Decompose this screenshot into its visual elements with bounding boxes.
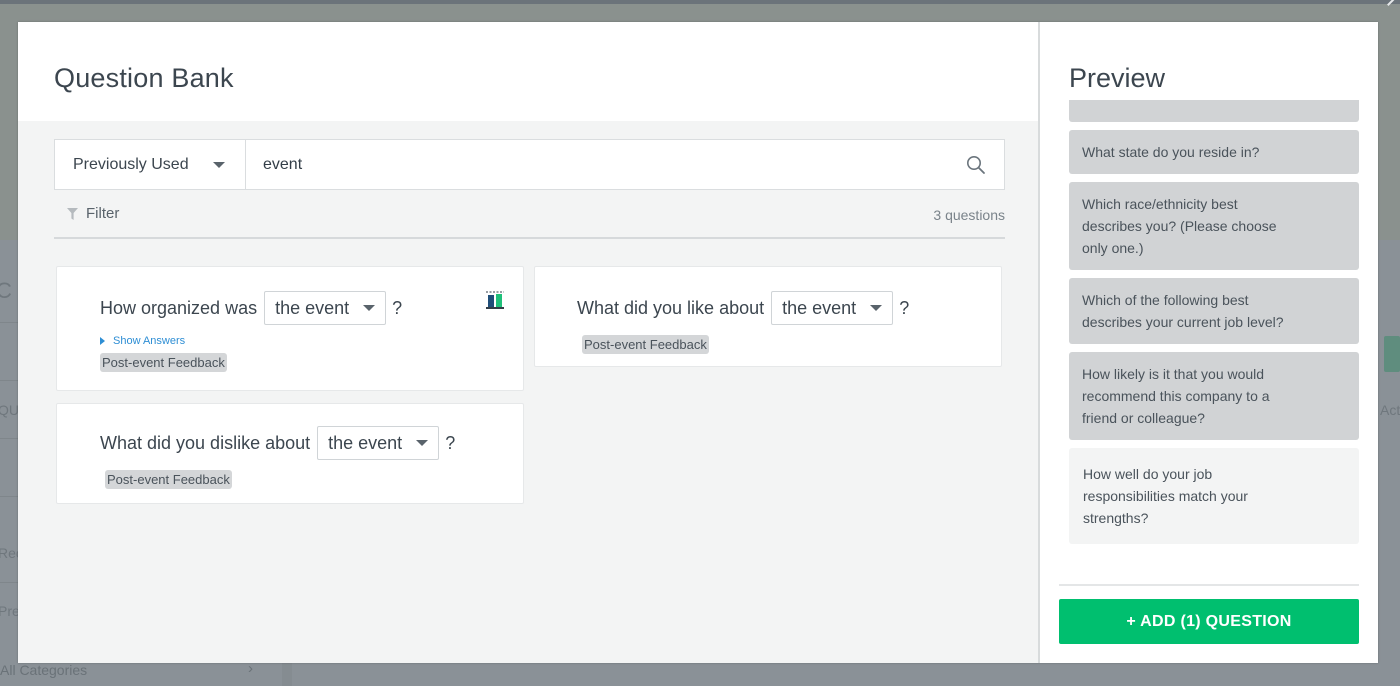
preview-question[interactable]: Which of the following best describes yo… bbox=[1069, 278, 1359, 344]
question-suffix: ? bbox=[392, 297, 403, 318]
token-value: the event bbox=[328, 432, 403, 453]
backdrop-fragment: QU bbox=[0, 402, 19, 418]
source-dropdown[interactable]: Previously Used bbox=[55, 140, 246, 189]
filter-label: Filter bbox=[86, 205, 120, 222]
caret-right-icon bbox=[100, 337, 105, 345]
filter-button[interactable]: Filter bbox=[54, 205, 119, 222]
result-count: 3 questions bbox=[933, 207, 1005, 223]
search-icon[interactable] bbox=[948, 140, 1004, 189]
preview-question[interactable]: Which race/ethnicity best describes you?… bbox=[1069, 182, 1359, 270]
token-value: the event bbox=[782, 297, 857, 318]
backdrop-fragment: Actio bbox=[1380, 402, 1400, 418]
question-suffix: ? bbox=[445, 432, 456, 453]
question-bank-modal: Question Bank Previously Used Filter bbox=[18, 22, 1378, 663]
backdrop-button bbox=[1384, 336, 1400, 372]
preview-question-text: Which of the following best describes yo… bbox=[1082, 292, 1284, 330]
preview-question[interactable]: How likely is it that you would recommen… bbox=[1069, 352, 1359, 440]
question-text: What did you dislike about the event ? bbox=[100, 426, 523, 460]
question-text: How organized was the event ? bbox=[100, 291, 523, 325]
backdrop-divider bbox=[0, 322, 18, 323]
question-prefix: How organized was bbox=[100, 297, 258, 318]
chevron-down-icon bbox=[870, 305, 883, 311]
backdrop-all-categories: All Categories bbox=[0, 662, 88, 678]
preview-question-text: How likely is it that you would recommen… bbox=[1082, 366, 1270, 426]
question-bank-header: Question Bank bbox=[18, 22, 1038, 121]
show-answers-label: Show Answers bbox=[113, 335, 186, 347]
question-card[interactable]: How organized was the event ? Show Answe… bbox=[56, 266, 524, 391]
question-suffix: ? bbox=[899, 297, 910, 318]
backdrop-column bbox=[282, 662, 292, 686]
chevron-down-icon bbox=[416, 440, 429, 446]
preview-question-list[interactable]: What is your age? What state do you resi… bbox=[1069, 100, 1359, 582]
chevron-down-icon bbox=[212, 161, 225, 168]
page-title: Question Bank bbox=[54, 63, 234, 93]
source-dropdown-value: Previously Used bbox=[73, 155, 189, 173]
question-card[interactable]: What did you like about the event ? Post… bbox=[534, 266, 1002, 367]
backdrop-divider bbox=[0, 496, 18, 497]
preview-divider bbox=[1059, 584, 1359, 586]
show-answers-toggle[interactable]: Show Answers bbox=[100, 335, 523, 347]
preview-question-text: How well do your job responsibilities ma… bbox=[1083, 466, 1248, 526]
chevron-down-icon bbox=[363, 305, 376, 311]
category-tag: Post-event Feedback bbox=[582, 335, 709, 354]
category-tag: Post-event Feedback bbox=[100, 353, 227, 372]
question-prefix: What did you like about bbox=[577, 297, 765, 318]
backdrop-divider bbox=[0, 380, 18, 381]
question-text: What did you like about the event ? bbox=[577, 291, 1001, 325]
filter-bar: Filter 3 questions bbox=[54, 205, 1005, 239]
preview-question-text: What state do you reside in? bbox=[1082, 144, 1260, 160]
token-value: the event bbox=[275, 297, 350, 318]
benchmark-chart-icon[interactable] bbox=[485, 290, 505, 315]
add-question-button[interactable]: + ADD (1) QUESTION bbox=[1059, 599, 1359, 644]
preview-question[interactable]: What is your age? bbox=[1069, 100, 1359, 122]
preview-new-question[interactable]: How well do your job responsibilities ma… bbox=[1069, 448, 1359, 544]
backdrop-divider bbox=[0, 582, 18, 583]
preview-question-text: Which race/ethnicity best describes you?… bbox=[1082, 196, 1277, 256]
custom-token-dropdown[interactable]: the event bbox=[264, 291, 387, 325]
preview-panel: Preview What is your age? What state do … bbox=[1040, 22, 1378, 663]
backdrop-divider bbox=[0, 438, 18, 439]
category-tag: Post-event Feedback bbox=[105, 470, 232, 489]
preview-title: Preview bbox=[1069, 63, 1369, 100]
question-bank-panel: Question Bank Previously Used Filter bbox=[18, 22, 1040, 663]
backdrop-fragment: Pre bbox=[0, 603, 20, 619]
custom-token-dropdown[interactable]: the event bbox=[317, 426, 440, 460]
custom-token-dropdown[interactable]: the event bbox=[771, 291, 894, 325]
question-prefix: What did you dislike about bbox=[100, 432, 311, 453]
search-bar: Previously Used bbox=[54, 139, 1005, 190]
preview-question[interactable]: What state do you reside in? bbox=[1069, 130, 1359, 174]
question-card[interactable]: What did you dislike about the event ? P… bbox=[56, 403, 524, 504]
search-input[interactable] bbox=[246, 140, 948, 189]
filter-icon bbox=[67, 207, 78, 220]
